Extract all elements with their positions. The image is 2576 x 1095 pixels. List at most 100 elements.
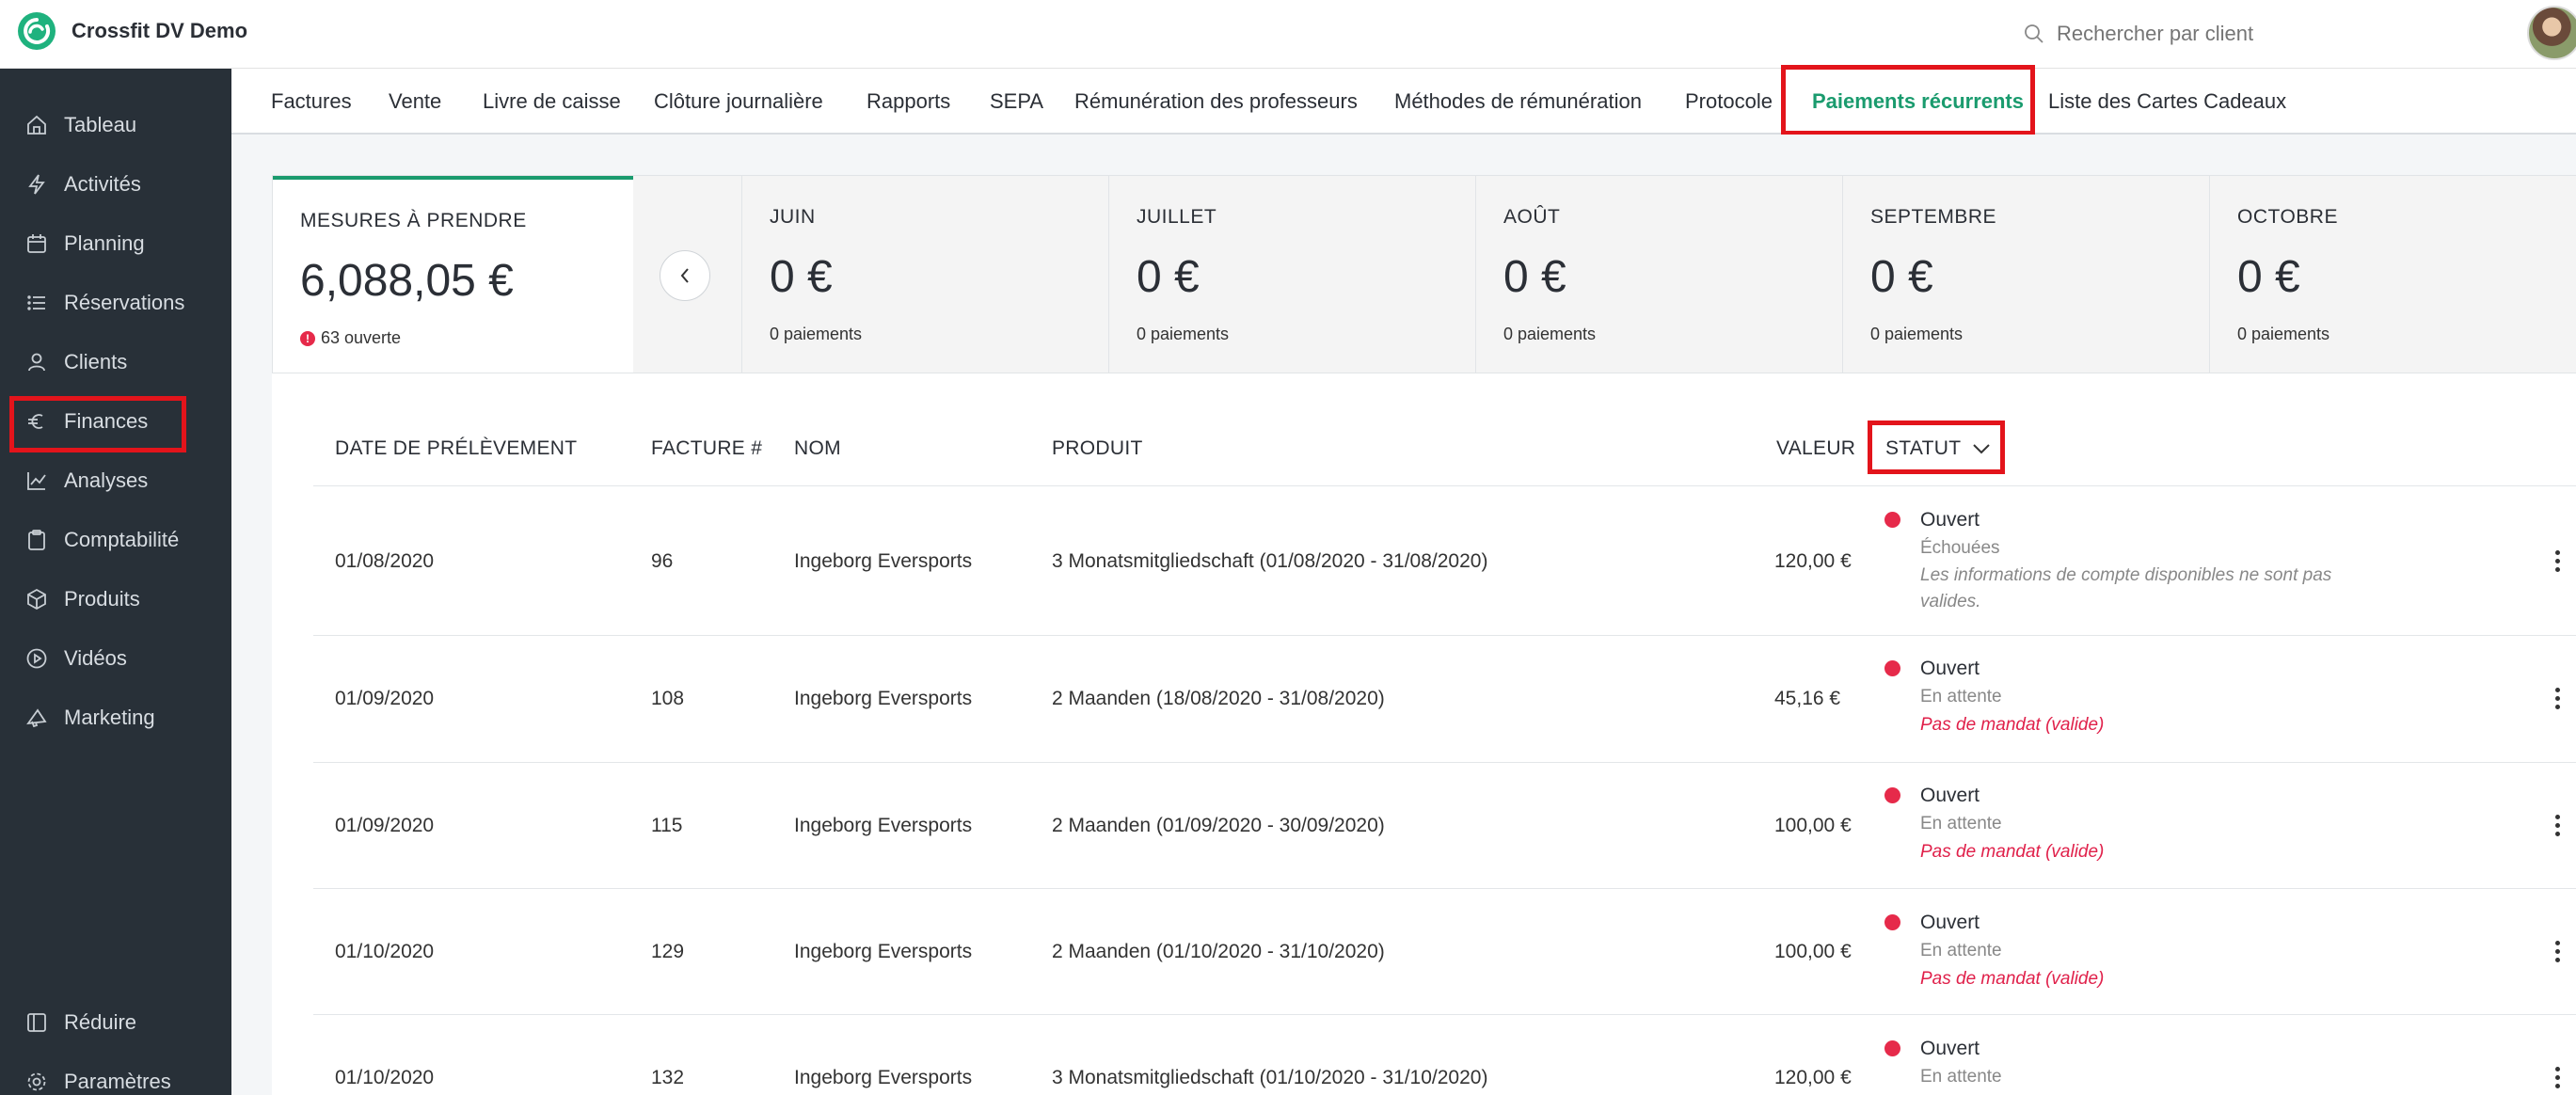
status-dot — [1884, 787, 1900, 803]
card-title: JUILLET — [1137, 206, 1217, 228]
cell-date: 01/10/2020 — [335, 1067, 435, 1088]
column-header-value[interactable]: VALEUR — [1776, 437, 1855, 460]
header-divider — [313, 485, 2576, 486]
cell-invoice[interactable]: 132 — [651, 1067, 684, 1089]
tab-vente[interactable]: Vente — [389, 69, 441, 135]
summary-card-month[interactable]: JUILLET 0 € 0 paiements — [1108, 176, 1475, 373]
calendar-icon — [27, 234, 46, 253]
cell-name[interactable]: Ingeborg Eversports — [794, 550, 972, 573]
sidebar-item-planning[interactable]: Planning — [0, 217, 231, 270]
sidebar-item-label: Analyses — [64, 468, 149, 492]
cell-invoice[interactable]: 96 — [651, 550, 673, 573]
sidebar-collapse[interactable]: Réduire — [0, 996, 231, 1049]
cell-date: 01/08/2020 — [335, 550, 435, 572]
row-divider — [313, 635, 2576, 636]
status-state: En attente — [1920, 941, 2002, 960]
tab-paiements-recurrents[interactable]: Paiements récurrents — [1812, 69, 2024, 135]
cell-date: 01/09/2020 — [335, 815, 435, 836]
summary-card-month[interactable]: OCTOBRE 0 € 0 paiements — [2209, 176, 2576, 373]
tab-sepa[interactable]: SEPA — [990, 69, 1043, 135]
tab-factures[interactable]: Factures — [271, 69, 352, 135]
tab-remuneration-professeurs[interactable]: Rémunération des professeurs — [1074, 69, 1358, 135]
cell-date: 01/09/2020 — [335, 688, 435, 709]
client-search[interactable] — [2023, 15, 2433, 53]
column-header-date[interactable]: DATE DE PRÉLÈVEMENT — [335, 437, 577, 460]
card-sub: ! 63 ouverte — [300, 328, 401, 348]
tab-rapports[interactable]: Rapports — [867, 69, 950, 135]
sidebar-item-videos[interactable]: Vidéos — [0, 632, 231, 685]
summary-card-month[interactable]: AOÛT 0 € 0 paiements — [1475, 176, 1842, 373]
sidebar-item-tableau[interactable]: Tableau — [0, 99, 231, 151]
cell-invoice[interactable]: 108 — [651, 688, 684, 710]
cell-name[interactable]: Ingeborg Eversports — [794, 815, 972, 837]
row-menu-icon[interactable] — [2555, 815, 2561, 839]
column-header-name[interactable]: NOM — [794, 437, 841, 460]
home-icon — [27, 115, 46, 135]
sidebar-item-label: Activités — [64, 172, 141, 196]
cell-name[interactable]: Ingeborg Eversports — [794, 688, 972, 710]
payments-table: DATE DE PRÉLÈVEMENT FACTURE # NOM PRODUI… — [272, 373, 2576, 1095]
sidebar-settings[interactable]: Paramètres — [0, 1055, 231, 1095]
cell-value: 120,00 € — [1774, 550, 1852, 572]
card-sub: 0 paiements — [2237, 325, 2330, 343]
row-divider — [313, 1014, 2576, 1015]
summary-card-actions[interactable]: MESURES À PRENDRE 6,088,05 € ! 63 ouvert… — [273, 176, 633, 373]
cell-value: 45,16 € — [1774, 688, 1841, 709]
app-name: Crossfit DV Demo — [72, 19, 248, 42]
sidebar-item-finances[interactable]: Finances — [0, 395, 231, 448]
status-dot — [1884, 512, 1900, 528]
megaphone-icon — [26, 708, 47, 728]
cell-product: 2 Maanden (01/10/2020 - 31/10/2020) — [1052, 941, 1385, 962]
cell-invoice[interactable]: 129 — [651, 941, 684, 963]
cell-name[interactable]: Ingeborg Eversports — [794, 1067, 972, 1089]
sidebar-item-reservations[interactable]: Réservations — [0, 277, 231, 329]
row-divider — [313, 762, 2576, 763]
cell-invoice[interactable]: 115 — [651, 815, 682, 837]
row-divider — [313, 888, 2576, 889]
top-bar: Crossfit DV Demo — [0, 0, 2576, 69]
lightning-icon — [28, 174, 45, 195]
cell-name[interactable]: Ingeborg Eversports — [794, 941, 972, 963]
sidebar-item-label: Paramètres — [64, 1070, 171, 1093]
search-input[interactable] — [2057, 22, 2433, 46]
column-header-product[interactable]: PRODUIT — [1052, 437, 1143, 460]
row-menu-icon[interactable] — [2555, 550, 2561, 575]
box-icon — [27, 588, 46, 611]
clipboard-icon — [28, 530, 45, 550]
status-label: Ouvert — [1920, 785, 1980, 806]
sidebar-item-analyses[interactable]: Analyses — [0, 454, 231, 507]
sidebar-item-label: Réservations — [64, 291, 185, 314]
brand[interactable]: Crossfit DV Demo — [17, 11, 247, 51]
column-header-invoice[interactable]: FACTURE # — [651, 437, 762, 460]
tab-methodes-remuneration[interactable]: Méthodes de rémunération — [1394, 69, 1642, 135]
sidebar-item-label: Produits — [64, 587, 140, 611]
sidebar-item-activites[interactable]: Activités — [0, 158, 231, 211]
row-menu-icon[interactable] — [2555, 941, 2561, 965]
tab-livre-de-caisse[interactable]: Livre de caisse — [483, 69, 621, 135]
row-menu-icon[interactable] — [2555, 688, 2561, 712]
status-note: Pas de mandat (valide) — [1920, 842, 2105, 862]
summary-card-month[interactable]: JUIN 0 € 0 paiements — [741, 176, 1108, 373]
tab-cartes-cadeaux[interactable]: Liste des Cartes Cadeaux — [2048, 69, 2286, 135]
status-note: Pas de mandat (valide) — [1920, 969, 2105, 989]
status-note: Les informations de compte disponibles n… — [1920, 565, 2332, 611]
sidebar-item-clients[interactable]: Clients — [0, 336, 231, 389]
chart-line-icon — [27, 472, 46, 490]
sidebar-item-produits[interactable]: Produits — [0, 573, 231, 626]
sidebar-item-comptabilite[interactable]: Comptabilité — [0, 514, 231, 566]
tab-protocole[interactable]: Protocole — [1685, 69, 1773, 135]
summary-card-month[interactable]: SEPTEMBRE 0 € 0 paiements — [1842, 176, 2209, 373]
row-menu-icon[interactable] — [2555, 1067, 2561, 1091]
card-title: OCTOBRE — [2237, 206, 2338, 228]
app-logo-icon — [18, 12, 56, 50]
status-label: Ouvert — [1920, 912, 1980, 933]
tab-cloture-journaliere[interactable]: Clôture journalière — [654, 69, 823, 135]
avatar[interactable] — [2527, 6, 2576, 60]
status-filter-dropdown[interactable]: STATUT — [1885, 437, 1991, 460]
column-header-status: STATUT — [1885, 437, 1962, 459]
card-value: 0 € — [2237, 252, 2300, 302]
sidebar-item-marketing[interactable]: Marketing — [0, 691, 231, 744]
previous-month-button[interactable] — [660, 250, 710, 301]
cell-value: 100,00 € — [1774, 815, 1852, 836]
status-label: Ouvert — [1920, 1038, 1980, 1059]
